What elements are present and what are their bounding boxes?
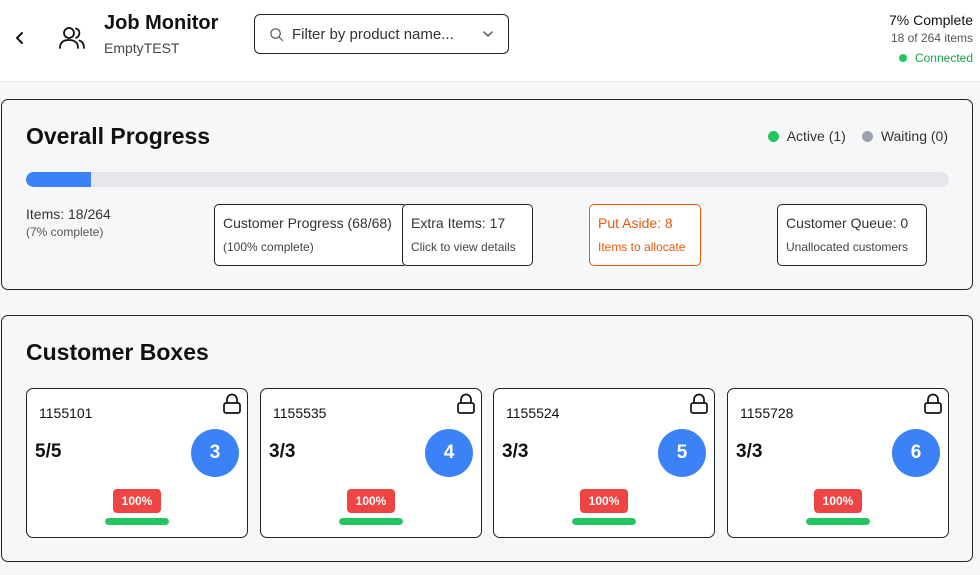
box-progress-fill xyxy=(105,518,169,525)
customer-id: 1155101 xyxy=(39,405,93,421)
stat-main: Customer Progress (68/68) xyxy=(223,215,392,231)
box-number: 4 xyxy=(425,429,473,477)
percent-badge: 100% xyxy=(814,489,862,513)
overall-progress-fill xyxy=(26,172,91,187)
put-aside-stat[interactable]: Put Aside: 8 Items to allocate xyxy=(589,204,701,266)
lock-icon[interactable] xyxy=(689,393,709,415)
page-title: Job Monitor xyxy=(104,12,219,34)
users-icon xyxy=(59,27,85,49)
product-filter-input[interactable] xyxy=(292,25,462,43)
box-progress-fill xyxy=(339,518,403,525)
search-icon xyxy=(270,27,284,41)
items-count: Items: 18/264 xyxy=(26,206,111,222)
lock-icon[interactable] xyxy=(456,393,476,415)
chevron-down-icon xyxy=(483,31,493,37)
connection-dot-icon xyxy=(898,54,907,62)
stat-main: Extra Items: 17 xyxy=(411,215,506,231)
completion-percent: 7% Complete xyxy=(888,12,973,28)
item-count: 3/3 xyxy=(736,441,763,462)
customer-queue-stat[interactable]: Customer Queue: 0 Unallocated customers xyxy=(777,204,927,266)
chevron-left-icon xyxy=(16,32,23,44)
app-header: Job Monitor EmptyTEST 7% Complete 18 of … xyxy=(0,0,980,82)
percent-badge: 100% xyxy=(113,489,161,513)
stat-sub: Unallocated customers xyxy=(786,240,909,254)
customer-id: 1155524 xyxy=(506,405,560,421)
box-progress-fill xyxy=(572,518,636,525)
stat-sub: Items to allocate xyxy=(598,240,686,254)
stat-sub: Click to view details xyxy=(411,240,516,254)
box-number: 6 xyxy=(892,429,940,477)
item-count: 3/3 xyxy=(502,441,529,462)
box-progress-bar xyxy=(105,518,169,525)
customer-boxes-card: Customer Boxes 1155101 5/5 3 100% 115553… xyxy=(1,315,973,562)
legend-waiting: Waiting (0) xyxy=(861,128,948,144)
status-legend: Active (1) Waiting (0) xyxy=(767,128,948,144)
box-progress-bar xyxy=(806,518,870,525)
customer-box[interactable]: 1155101 5/5 3 100% xyxy=(26,388,248,538)
connection-status: Connected xyxy=(889,51,973,65)
box-number: 5 xyxy=(658,429,706,477)
item-count: 5/5 xyxy=(35,441,62,462)
product-filter-dropdown[interactable] xyxy=(254,14,509,54)
section-title: Overall Progress xyxy=(26,123,211,149)
box-number: 3 xyxy=(191,429,239,477)
legend-active-label: Active (1) xyxy=(786,128,846,144)
waiting-dot-icon xyxy=(861,130,873,142)
percent-badge: 100% xyxy=(347,489,395,513)
back-button[interactable] xyxy=(10,28,30,48)
customer-id: 1155535 xyxy=(273,405,327,421)
job-name: EmptyTEST xyxy=(104,40,180,56)
active-dot-icon xyxy=(767,130,779,142)
item-count: 3/3 xyxy=(269,441,296,462)
overall-progress-card: Overall Progress Active (1) Waiting (0) … xyxy=(1,99,973,290)
section-title: Customer Boxes xyxy=(26,339,209,365)
box-progress-fill xyxy=(806,518,870,525)
stat-sub: (100% complete) xyxy=(223,240,314,254)
percent-badge: 100% xyxy=(580,489,628,513)
job-status-summary: 7% Complete 18 of 264 items Connected xyxy=(889,12,973,65)
extra-items-stat[interactable]: Extra Items: 17 Click to view details xyxy=(402,204,533,266)
overall-progress-bar xyxy=(26,172,949,187)
stat-main: Put Aside: 8 xyxy=(598,215,673,231)
connection-label: Connected xyxy=(914,51,973,65)
items-summary: 18 of 264 items xyxy=(890,31,973,45)
items-percent: (7% complete) xyxy=(26,225,104,239)
stat-main: Customer Queue: 0 xyxy=(786,215,909,231)
customer-box[interactable]: 1155535 3/3 4 100% xyxy=(260,388,482,538)
customer-box[interactable]: 1155728 3/3 6 100% xyxy=(727,388,949,538)
customer-progress-stat[interactable]: Customer Progress (68/68) (100% complete… xyxy=(214,204,408,266)
lock-icon[interactable] xyxy=(222,393,242,415)
customer-box[interactable]: 1155524 3/3 5 100% xyxy=(493,388,715,538)
box-progress-bar xyxy=(339,518,403,525)
lock-icon[interactable] xyxy=(923,393,943,415)
legend-waiting-label: Waiting (0) xyxy=(880,128,948,144)
legend-active: Active (1) xyxy=(767,128,846,144)
box-progress-bar xyxy=(572,518,636,525)
customer-id: 1155728 xyxy=(740,405,794,421)
